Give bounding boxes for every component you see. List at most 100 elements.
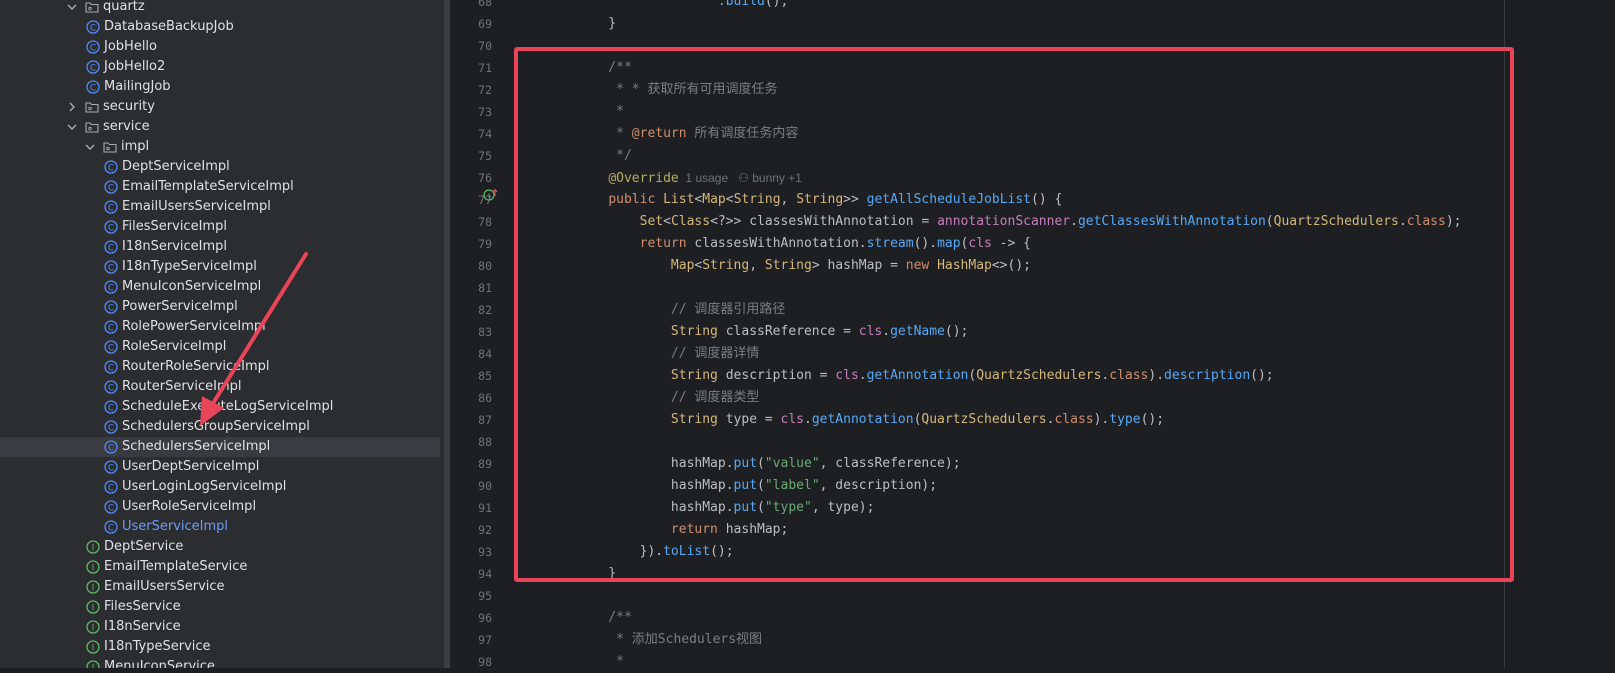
class-icon: C (104, 440, 118, 454)
svg-text:C: C (108, 283, 114, 293)
tree-item-label: I18nTypeServiceImpl (122, 259, 257, 274)
tree-item-i18n-type-service-impl[interactable]: C I18nTypeServiceImpl (0, 257, 440, 277)
line-number: 89 (478, 457, 492, 471)
tree-item-i18n-service[interactable]: I I18nService (0, 617, 440, 637)
class-icon: C (104, 300, 118, 314)
code-line[interactable]: * (577, 651, 624, 673)
folder-icon (85, 0, 99, 14)
tree-item-i18n-service-impl[interactable]: C I18nServiceImpl (0, 237, 440, 257)
tree-item-label: I18nTypeService (104, 639, 211, 654)
tree-item-label: FilesServiceImpl (122, 219, 227, 234)
class-icon: C (104, 480, 118, 494)
svg-text:C: C (90, 23, 96, 33)
line-number: 71 (478, 61, 492, 75)
tree-item-files-service-impl[interactable]: C FilesServiceImpl (0, 217, 440, 237)
tree-item-schedulers-group-service-impl[interactable]: C SchedulersGroupServiceImpl (0, 417, 440, 437)
line-number: 80 (478, 259, 492, 273)
interface-icon: I (86, 560, 100, 574)
svg-text:C: C (108, 223, 114, 233)
code-line[interactable]: /** (577, 607, 632, 629)
tree-item-role-power-service-impl[interactable]: C RolePowerServiceImpl (0, 317, 440, 337)
code-token: (); (764, 0, 789, 9)
tree-item-role-service-impl[interactable]: C RoleServiceImpl (0, 337, 440, 357)
tree-item-user-login-log-service-impl[interactable]: C UserLoginLogServiceImpl (0, 477, 440, 497)
line-number: 96 (478, 611, 492, 625)
line-number: 79 (478, 237, 492, 251)
svg-text:C: C (108, 263, 114, 273)
tree-item-service[interactable]: service (0, 117, 440, 137)
tree-item-email-template-service[interactable]: I EmailTemplateService (0, 557, 440, 577)
line-number: 98 (478, 655, 492, 669)
tree-item-router-service-impl[interactable]: C RouterServiceImpl (0, 377, 440, 397)
tree-item-label: impl (121, 139, 150, 154)
line-number: 90 (478, 479, 492, 493)
svg-text:C: C (108, 443, 114, 453)
tree-item-label: DatabaseBackupJob (104, 19, 234, 34)
tree-item-router-role-service-impl[interactable]: C RouterRoleServiceImpl (0, 357, 440, 377)
tree-item-power-service-impl[interactable]: C PowerServiceImpl (0, 297, 440, 317)
chevron-right-icon[interactable] (65, 97, 79, 117)
tree-item-job-hello2[interactable]: C JobHello2 (0, 57, 440, 77)
tree-item-quartz[interactable]: quartz (0, 0, 440, 17)
tree-item-database-backup-job[interactable]: C DatabaseBackupJob (0, 17, 440, 37)
tree-item-menu-icon-service[interactable]: I MenuIconService (0, 657, 440, 668)
tree-item-impl[interactable]: impl (0, 137, 440, 157)
line-number: 82 (478, 303, 492, 317)
svg-text:I: I (92, 543, 95, 553)
tree-item-schedule-execute-log-service-impl[interactable]: C ScheduleExecuteLogServiceImpl (0, 397, 440, 417)
tree-item-label: SchedulersServiceImpl (122, 439, 271, 454)
tree-item-schedulers-service-impl[interactable]: C SchedulersServiceImpl (0, 437, 440, 457)
svg-text:C: C (108, 463, 114, 473)
tree-item-email-users-service-impl[interactable]: C EmailUsersServiceImpl (0, 197, 440, 217)
tree-item-label: UserRoleServiceImpl (122, 499, 257, 514)
project-tree[interactable]: quartz C DatabaseBackupJob C JobHello C JobHel… (0, 0, 444, 668)
code-token: /** (577, 610, 632, 625)
svg-text:C: C (90, 83, 96, 93)
tree-item-email-template-service-impl[interactable]: C EmailTemplateServiceImpl (0, 177, 440, 197)
svg-text:C: C (108, 383, 114, 393)
tree-item-i18n-type-service[interactable]: I I18nTypeService (0, 637, 440, 657)
tree-item-user-dept-service-impl[interactable]: C UserDeptServiceImpl (0, 457, 440, 477)
class-icon: C (86, 60, 100, 74)
line-number: 84 (478, 347, 492, 361)
class-icon: C (86, 80, 100, 94)
override-gutter-icon[interactable]: I (483, 188, 499, 202)
svg-text:C: C (108, 363, 114, 373)
tree-item-label: DeptService (104, 539, 184, 554)
svg-text:C: C (108, 343, 114, 353)
folder-icon (103, 140, 117, 154)
tree-item-user-service-impl[interactable]: C UserServiceImpl (0, 517, 440, 537)
code-editor[interactable]: 68 69 70 71 72 73 74 75 76 77 78 79 80 81 82 83 84 85 86 87… (450, 0, 1615, 669)
class-icon: C (104, 400, 118, 414)
code-line[interactable]: .build(); (577, 0, 788, 13)
tree-item-label: MenuIconServiceImpl (122, 279, 262, 294)
tree-item-label: JobHello2 (104, 59, 166, 74)
tree-item-email-users-service[interactable]: I EmailUsersService (0, 577, 440, 597)
chevron-down-icon[interactable] (83, 137, 97, 157)
folder-icon (85, 100, 99, 114)
chevron-down-icon[interactable] (65, 117, 79, 137)
svg-text:C: C (108, 303, 114, 313)
tree-item-job-hello[interactable]: C JobHello (0, 37, 440, 57)
code-token: .build (717, 0, 765, 9)
class-icon: C (104, 240, 118, 254)
tree-item-mailing-job[interactable]: C MailingJob (0, 77, 440, 97)
code-token: * (577, 654, 624, 669)
tree-item-dept-service[interactable]: I DeptService (0, 537, 440, 557)
tree-item-label: EmailUsersServiceImpl (122, 199, 271, 214)
tree-item-dept-service-impl[interactable]: C DeptServiceImpl (0, 157, 440, 177)
class-icon: C (104, 200, 118, 214)
tree-item-security[interactable]: security (0, 97, 440, 117)
svg-text:C: C (90, 43, 96, 53)
interface-icon: I (86, 660, 100, 668)
tree-item-label: UserLoginLogServiceImpl (122, 479, 287, 494)
class-icon: C (104, 160, 118, 174)
code-line[interactable]: * 添加Schedulers视图 (577, 629, 762, 651)
tree-item-menu-icon-service-impl[interactable]: C MenuIconServiceImpl (0, 277, 440, 297)
chevron-down-icon[interactable] (65, 0, 79, 17)
tree-item-files-service[interactable]: I FilesService (0, 597, 440, 617)
line-number: 91 (478, 501, 492, 515)
tree-item-user-role-service-impl[interactable]: C UserRoleServiceImpl (0, 497, 440, 517)
code-line[interactable]: } (577, 13, 616, 35)
